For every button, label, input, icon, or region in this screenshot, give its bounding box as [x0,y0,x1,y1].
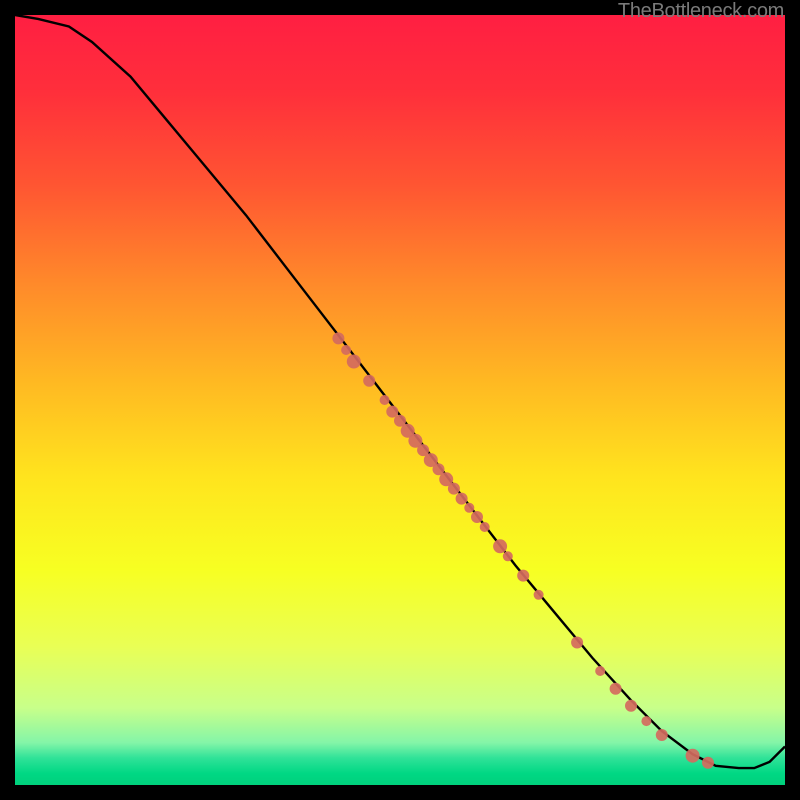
data-marker [456,493,468,505]
data-marker [380,395,390,405]
chart-svg [15,15,785,785]
data-marker [480,522,490,532]
data-marker [686,749,700,763]
data-marker [641,716,651,726]
data-marker [347,355,361,369]
data-marker [702,757,714,769]
data-marker [610,683,622,695]
attribution-label: TheBottleneck.com [618,0,784,23]
data-marker [471,511,483,523]
gradient-background [15,15,785,785]
data-marker [656,729,668,741]
data-marker [503,551,513,561]
data-marker [595,666,605,676]
data-marker [386,406,398,418]
data-marker [448,483,460,495]
data-marker [534,590,544,600]
data-marker [571,637,583,649]
data-marker [341,345,351,355]
data-marker [517,570,529,582]
data-marker [493,539,507,553]
data-marker [363,375,375,387]
data-marker [625,700,637,712]
chart-frame [15,15,785,785]
data-marker [332,332,344,344]
data-marker [464,503,474,513]
